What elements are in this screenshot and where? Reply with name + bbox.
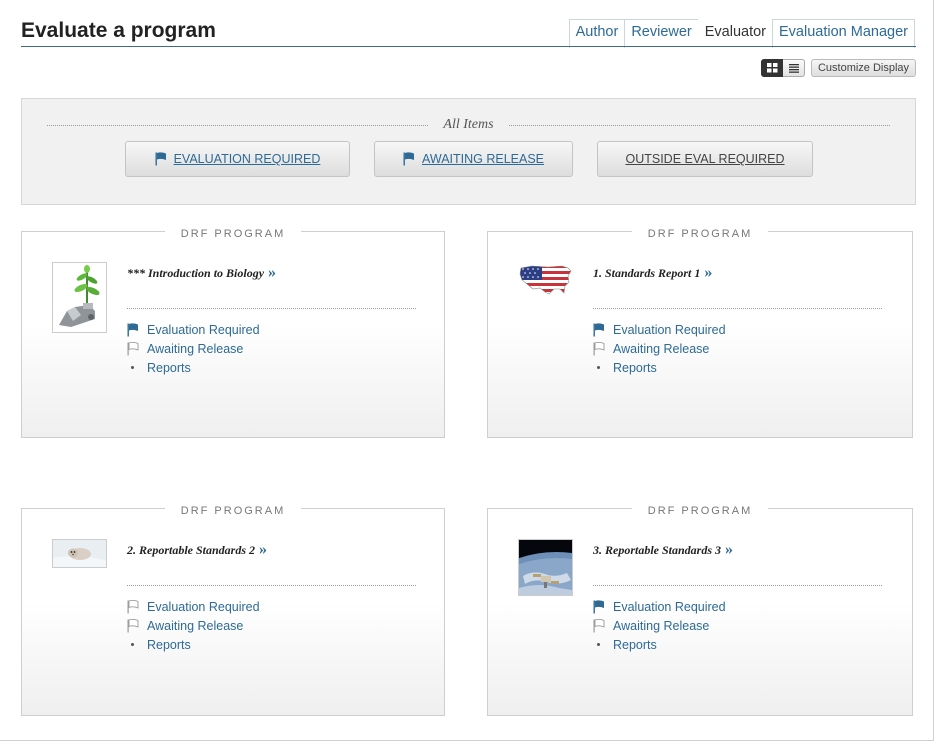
open-program-icon: » — [704, 264, 713, 281]
space-station-earth-image — [519, 540, 572, 595]
program-card: DRF PROGRAM 2. Reportable Standards 2» E… — [21, 505, 445, 716]
white-flag-icon — [127, 618, 139, 632]
white-flag-icon — [593, 618, 605, 632]
card-type-label: DRF PROGRAM — [164, 228, 302, 240]
card-divider — [127, 585, 416, 586]
grid-icon — [766, 63, 777, 73]
filter-panel: All Items EVALUATION REQUIRED AWAITING R… — [21, 98, 916, 205]
link-label: Reports — [147, 637, 191, 652]
link-label: Reports — [613, 637, 657, 652]
program-title-link[interactable]: *** Introduction to Biology» — [127, 264, 276, 282]
program-title: 2. Reportable Standards 2 — [127, 543, 256, 557]
program-title: *** Introduction to Biology — [127, 266, 265, 280]
blue-flag-icon — [155, 152, 166, 166]
blue-flag-icon — [403, 152, 414, 166]
role-tabs: Author Reviewer Evaluator Evaluation Man… — [568, 19, 915, 48]
reports-link[interactable]: Reports — [593, 358, 726, 377]
evaluation-required-link[interactable]: Evaluation Required — [127, 597, 260, 616]
evaluation-required-filter-button[interactable]: EVALUATION REQUIRED — [125, 141, 350, 177]
program-title: 1. Standards Report 1 — [593, 266, 701, 280]
program-title-link[interactable]: 1. Standards Report 1» — [593, 264, 712, 282]
card-type-label: DRF PROGRAM — [631, 505, 769, 517]
program-thumbnail[interactable] — [52, 539, 107, 568]
link-label: Awaiting Release — [147, 618, 244, 633]
awaiting-release-link[interactable]: Awaiting Release — [127, 339, 260, 358]
blue-flag-icon — [593, 322, 604, 336]
evaluation-required-link[interactable]: Evaluation Required — [593, 320, 726, 339]
white-flag-icon — [127, 341, 139, 355]
blue-flag-icon — [127, 322, 138, 336]
tab-reviewer[interactable]: Reviewer — [624, 19, 698, 48]
card-type-label: DRF PROGRAM — [164, 505, 302, 517]
tab-author[interactable]: Author — [568, 19, 625, 48]
white-flag-icon — [127, 599, 139, 613]
blue-flag-icon — [593, 599, 604, 613]
header-rule — [21, 46, 916, 47]
filter-label: OUTSIDE EVAL REQUIRED — [625, 152, 785, 166]
program-card: DRF PROGRAM *** Introduction to Biology»… — [21, 228, 445, 438]
awaiting-release-link[interactable]: Awaiting Release — [127, 616, 260, 635]
link-label: Reports — [613, 360, 657, 375]
awaiting-release-link[interactable]: Awaiting Release — [593, 616, 726, 635]
program-title-link[interactable]: 3. Reportable Standards 3» — [593, 541, 733, 559]
link-label: Awaiting Release — [613, 618, 710, 633]
reports-link[interactable]: Reports — [127, 635, 260, 654]
card-divider — [593, 308, 882, 309]
outside-eval-required-filter-button[interactable]: OUTSIDE EVAL REQUIRED — [597, 141, 813, 177]
link-label: Reports — [147, 360, 191, 375]
card-divider — [127, 308, 416, 309]
card-links: Evaluation Required Awaiting Release Rep… — [127, 320, 260, 377]
list-icon — [788, 63, 799, 73]
bullet-icon — [597, 366, 600, 369]
list-view-button[interactable] — [783, 59, 805, 77]
open-program-icon: » — [259, 541, 268, 558]
program-title-link[interactable]: 2. Reportable Standards 2» — [127, 541, 267, 559]
card-divider — [593, 585, 882, 586]
link-label: Evaluation Required — [147, 599, 260, 614]
link-label: Evaluation Required — [613, 322, 726, 337]
link-label: Awaiting Release — [147, 341, 244, 356]
page-title: Evaluate a program — [21, 19, 216, 42]
program-thumbnail[interactable] — [52, 262, 107, 333]
customize-display-button[interactable]: Customize Display — [811, 59, 916, 77]
reports-link[interactable]: Reports — [127, 358, 260, 377]
program-title: 3. Reportable Standards 3 — [593, 543, 722, 557]
reports-link[interactable]: Reports — [593, 635, 726, 654]
awaiting-release-filter-button[interactable]: AWAITING RELEASE — [374, 141, 573, 177]
card-links: Evaluation Required Awaiting Release Rep… — [127, 597, 260, 654]
all-items-heading: All Items — [429, 117, 508, 132]
card-type-label: DRF PROGRAM — [631, 228, 769, 240]
open-program-icon: » — [725, 541, 734, 558]
filter-label: EVALUATION REQUIRED — [173, 152, 321, 166]
robot-hand-plant-image — [53, 263, 106, 332]
program-card: DRF PROGRAM 3. Reportable Standards 3» E… — [487, 505, 913, 716]
seal-pup-image — [53, 540, 106, 567]
program-card: DRF PROGRAM 1. Standards Report 1» Evalu… — [487, 228, 913, 438]
bullet-icon — [597, 643, 600, 646]
program-thumbnail[interactable] — [518, 539, 573, 596]
bullet-icon — [131, 643, 134, 646]
white-flag-icon — [593, 341, 605, 355]
bullet-icon — [131, 366, 134, 369]
card-links: Evaluation Required Awaiting Release Rep… — [593, 320, 726, 377]
link-label: Awaiting Release — [613, 341, 710, 356]
evaluation-required-link[interactable]: Evaluation Required — [593, 597, 726, 616]
link-label: Evaluation Required — [613, 599, 726, 614]
program-thumbnail[interactable] — [518, 262, 573, 299]
filter-label: AWAITING RELEASE — [421, 152, 544, 166]
view-toggle — [761, 59, 805, 77]
evaluation-required-link[interactable]: Evaluation Required — [127, 320, 260, 339]
link-label: Evaluation Required — [147, 322, 260, 337]
grid-view-button[interactable] — [761, 59, 783, 77]
card-links: Evaluation Required Awaiting Release Rep… — [593, 597, 726, 654]
awaiting-release-link[interactable]: Awaiting Release — [593, 339, 726, 358]
open-program-icon: » — [268, 264, 277, 281]
us-flag-map-image — [519, 265, 572, 295]
tab-evaluator[interactable]: Evaluator — [697, 19, 773, 48]
tab-evaluation-manager[interactable]: Evaluation Manager — [772, 19, 915, 48]
